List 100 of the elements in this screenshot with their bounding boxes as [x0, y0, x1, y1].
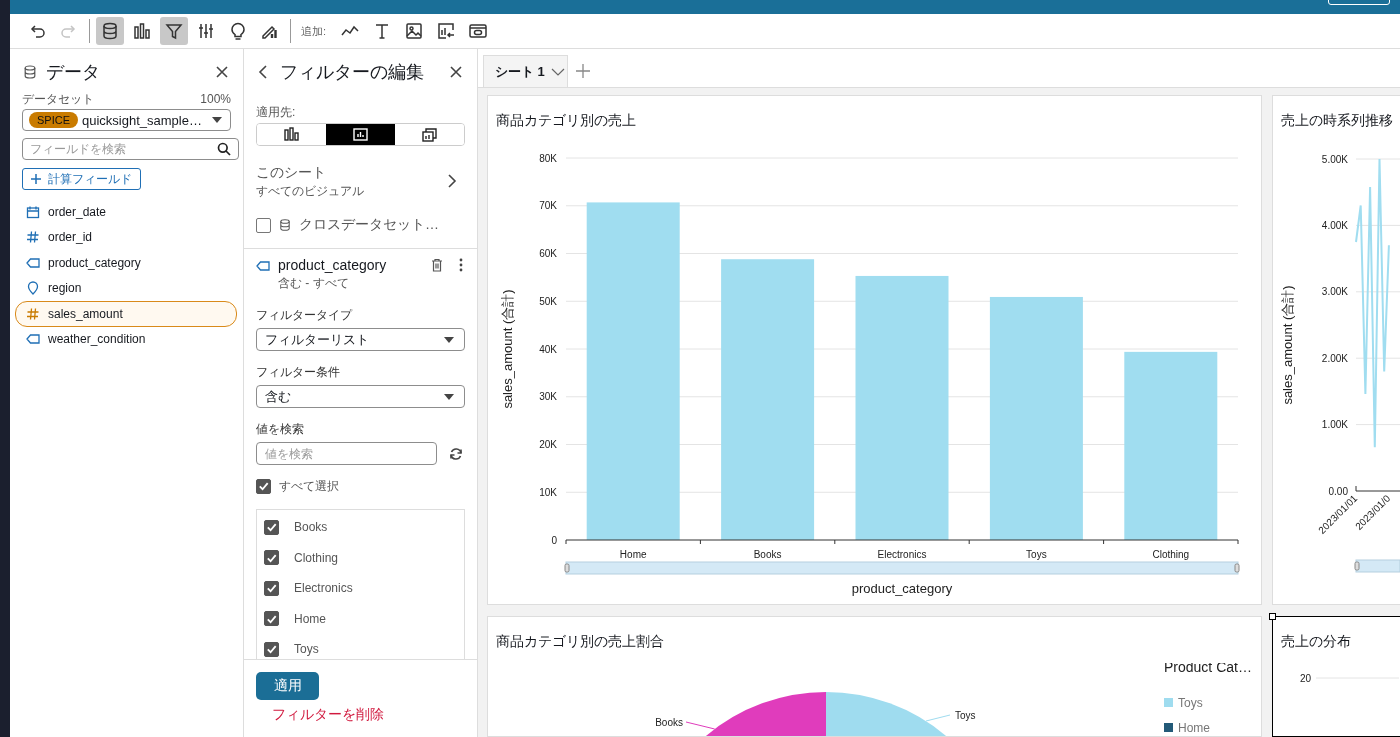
filter-button[interactable]	[160, 17, 188, 45]
axis-title: sales_amount (合計)	[1280, 285, 1295, 405]
cross-dataset-label: クロスデータセット…	[299, 216, 439, 234]
tick-label: 4.00K	[1321, 219, 1348, 231]
axis-title: sales_amount (合計)	[500, 289, 515, 409]
tick-label: 0.00	[1328, 485, 1348, 497]
search-field[interactable]: フィールドを検索	[22, 138, 239, 160]
lightbulb-icon	[228, 21, 248, 41]
tick-label: 40K	[539, 343, 557, 355]
field-item[interactable]: product_category	[15, 250, 237, 276]
chevron-left-icon	[258, 64, 268, 80]
dropdown[interactable]: フィルターリスト	[256, 328, 465, 351]
axis-title: product_category	[851, 581, 953, 596]
dataset-name: quicksight_sample…	[82, 112, 202, 128]
checkbox[interactable]	[264, 611, 279, 627]
tick-label: 50K	[539, 295, 557, 307]
category-label: Toys	[1026, 549, 1047, 560]
value-label: Clothing	[294, 550, 339, 565]
field-item[interactable]: order_id	[15, 224, 237, 250]
value-label: Home	[294, 611, 326, 626]
database-icon	[22, 64, 38, 80]
apply-to-label: 適用先:	[256, 104, 297, 121]
checkbox[interactable]	[264, 641, 279, 657]
tick-label: 3.00K	[1321, 286, 1348, 298]
tag-icon	[26, 255, 40, 270]
image-icon	[404, 21, 425, 41]
leader-line	[925, 714, 951, 722]
value-label: Electronics	[294, 581, 353, 596]
apply-button[interactable]: 適用	[256, 672, 319, 700]
checkbox[interactable]	[256, 217, 271, 233]
tag-icon	[26, 332, 40, 347]
dataset-percent: 100%	[200, 92, 231, 106]
category-label: Home	[619, 549, 647, 560]
tick-label: 70K	[539, 200, 557, 212]
scope-row[interactable]: このシート すべてのビジュアル	[256, 162, 465, 200]
value-label: Toys	[294, 642, 319, 657]
field-item[interactable]: weather_condition	[15, 326, 237, 352]
field-label: 値を検索	[256, 421, 305, 438]
filter-summary: 含む - すべて	[278, 275, 350, 292]
spice-badge: SPICE	[29, 112, 78, 128]
category-label: Books	[753, 549, 782, 560]
scope-tab[interactable]	[326, 124, 395, 145]
trash-icon	[431, 258, 443, 272]
field-label: フィルタータイプ	[256, 307, 354, 324]
tick-label: 0	[551, 534, 557, 546]
chevron-down-icon	[550, 67, 565, 76]
database-button[interactable]	[96, 17, 124, 45]
delete-filter-link[interactable]: フィルターを削除	[272, 706, 384, 722]
add-label: 追加:	[301, 23, 327, 39]
field-item[interactable]: sales_amount	[15, 301, 237, 327]
hash-icon	[26, 306, 40, 321]
resize-handle[interactable]	[1269, 613, 1276, 620]
category-label: Clothing	[1152, 549, 1190, 560]
more-button[interactable]	[457, 256, 465, 274]
scope-title: このシート	[256, 163, 327, 182]
add-field-button[interactable]: 計算フィールド	[22, 168, 141, 190]
select-all-label: すべて選択	[279, 477, 339, 495]
kebab-icon	[459, 258, 463, 272]
sliders-icon	[196, 21, 216, 41]
checkbox[interactable]	[264, 519, 279, 535]
map-pin-icon	[26, 281, 40, 296]
value-label: Books	[294, 520, 328, 535]
dataset-label: データセット	[22, 90, 94, 108]
checkbox[interactable]	[256, 478, 271, 494]
dropdown[interactable]: 含む	[256, 385, 465, 408]
sheet-tab[interactable]: シート 1	[483, 55, 568, 87]
tick-label: 5.00K	[1321, 153, 1348, 165]
field-item[interactable]: order_date	[15, 199, 237, 225]
bar-chart-icon	[132, 21, 152, 41]
chart-frame-icon	[352, 126, 369, 143]
panel-title: データ	[46, 61, 100, 84]
link-box-icon	[468, 21, 489, 41]
tick-label: 1.00K	[1321, 419, 1348, 431]
plus-icon	[31, 174, 41, 184]
bar-chart-icon	[283, 126, 300, 143]
chart-arrow-icon	[436, 21, 457, 41]
stacked-frames-icon	[421, 126, 438, 143]
slice-label: Books	[655, 717, 683, 728]
delete-button[interactable]	[429, 256, 445, 274]
close-icon	[449, 65, 463, 79]
tick-label: 10K	[539, 486, 557, 498]
filter-icon	[164, 21, 184, 41]
tick-label: 60K	[539, 248, 557, 259]
caret-icon	[444, 393, 454, 400]
filter-field-name: product_category	[278, 256, 387, 274]
database-icon	[278, 218, 292, 232]
chevron-right-icon	[447, 173, 457, 189]
plus-icon	[576, 64, 590, 78]
value-search-field[interactable]: 値を検索	[256, 442, 437, 465]
calendar-icon	[26, 204, 40, 219]
checkbox[interactable]	[264, 550, 279, 566]
legend-label: Toys	[1178, 696, 1203, 710]
caret-icon	[212, 117, 222, 123]
visual-title: 売上の分布	[1280, 632, 1352, 651]
tick-label: 30K	[539, 391, 557, 403]
hash-icon	[26, 230, 40, 245]
checkbox[interactable]	[264, 580, 279, 596]
tick-label: 2.00K	[1321, 352, 1348, 364]
dataset-select[interactable]: SPICE quicksight_sample…	[22, 109, 231, 131]
field-item[interactable]: region	[15, 275, 237, 301]
